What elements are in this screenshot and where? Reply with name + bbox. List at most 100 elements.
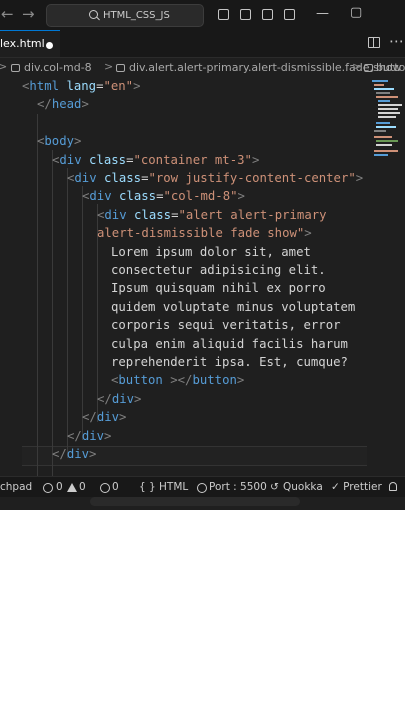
tab-label: lex.html [0, 37, 45, 50]
minimize-button[interactable]: — [316, 6, 329, 21]
code-token: div [96, 410, 120, 425]
forward-arrow-icon[interactable]: → [22, 5, 35, 23]
status-bar: chpad 0 0 0 { } HTML Port : 5500 ↺ Quokk… [0, 476, 405, 498]
code-token: > [304, 226, 312, 241]
breadcrumb-item-col-md-8[interactable]: div.col-md-8 [24, 61, 92, 74]
code-token: div [89, 189, 112, 204]
info-icon[interactable] [100, 483, 110, 493]
element-icon [11, 64, 20, 72]
bell-icon[interactable] [389, 482, 397, 491]
status-warnings-count[interactable]: 0 [79, 481, 86, 493]
code-token: button [118, 373, 163, 388]
status-prettier[interactable]: ✓ Prettier [331, 481, 382, 493]
code-token: </ [97, 391, 112, 406]
code-line[interactable]: <body> [37, 132, 81, 150]
code-token: quidem voluptate minus voluptatem [111, 299, 356, 314]
back-arrow-icon[interactable]: ← [1, 5, 14, 23]
toggle-panel-icon[interactable] [240, 9, 251, 20]
customize-layout-icon[interactable] [284, 9, 295, 20]
code-line[interactable]: </div> [67, 427, 111, 445]
port-icon [197, 483, 207, 493]
status-live-server-port[interactable]: Port : 5500 [209, 481, 267, 493]
code-token: </ [37, 97, 52, 112]
toggle-primary-sidebar-icon[interactable] [218, 9, 229, 20]
code-token: Lorem ipsum dolor sit, amet [111, 244, 311, 259]
code-line[interactable]: Lorem ipsum dolor sit, amet [111, 243, 311, 261]
code-token: > [81, 97, 89, 112]
code-line[interactable]: alert-dismissible fade show"> [97, 224, 312, 242]
code-line[interactable]: quidem voluptate minus voluptatem [111, 298, 355, 316]
code-line[interactable]: consectetur adipisicing elit. [111, 261, 326, 279]
code-token: class [134, 207, 172, 222]
breadcrumb-item-button[interactable]: butto [376, 61, 405, 74]
search-label: HTML_CSS_JS [103, 10, 170, 21]
minimap[interactable] [370, 78, 405, 168]
code-line[interactable]: <div class="alert alert-primary [97, 206, 327, 224]
code-token: div [59, 152, 82, 167]
code-line[interactable]: </div> [52, 445, 96, 463]
title-bar: ← → HTML_CSS_JS — ▢ [0, 0, 405, 30]
tab-index-html[interactable]: lex.html [0, 30, 60, 57]
code-line[interactable]: <button ></button> [111, 371, 244, 389]
status-remote-label[interactable]: chpad [0, 481, 32, 493]
code-token: reprehenderit ipsa. Est, cumque? [111, 355, 348, 369]
code-token: > [170, 373, 178, 388]
code-line[interactable]: <div class="col-md-8"> [82, 187, 245, 205]
code-token: > [355, 171, 364, 185]
code-line[interactable]: <html lang="en"> [22, 77, 141, 95]
code-token: > [133, 79, 141, 93]
code-token: "row justify-content-center" [148, 171, 356, 185]
code-line[interactable]: culpa enim aliquid facilis harum [111, 335, 348, 353]
taskbar-strip [0, 497, 405, 510]
status-quokka[interactable]: Quokka [283, 481, 323, 493]
code-line[interactable]: <div class="row justify-content-center"> [67, 169, 363, 187]
code-token: </ [82, 410, 97, 425]
error-icon[interactable] [43, 483, 53, 493]
warning-icon[interactable] [67, 483, 77, 492]
status-errors-count[interactable]: 0 [56, 481, 63, 493]
code-token: head [51, 97, 82, 112]
split-editor-icon[interactable] [368, 37, 380, 48]
code-token: </ [52, 447, 67, 461]
code-editor[interactable]: <html lang="en"> </head> <body> <div class=… [0, 78, 405, 476]
indent-guide [52, 150, 53, 476]
code-token: > [89, 447, 97, 461]
code-token: consectetur adipisicing elit. [111, 263, 326, 277]
code-line[interactable]: corporis sequi veritatis, error [111, 316, 341, 334]
code-line[interactable]: <div class="container mt-3"> [52, 151, 259, 169]
code-token: Ipsum quisquam nihil ex porro [111, 281, 326, 296]
code-token: </ [177, 373, 193, 388]
breadcrumb-separator: > [352, 60, 362, 73]
code-line[interactable]: reprehenderit ipsa. Est, cumque? [111, 353, 348, 371]
code-token: div [74, 171, 97, 185]
breadcrumb-separator: > [104, 60, 114, 73]
code-token: div [66, 447, 90, 461]
code-line[interactable]: </div> [97, 390, 141, 408]
status-info-count[interactable]: 0 [112, 481, 119, 493]
toggle-secondary-sidebar-icon[interactable] [262, 9, 273, 20]
code-line[interactable]: Ipsum quisquam nihil ex porro [111, 279, 326, 297]
code-token: button [192, 373, 237, 388]
code-token: corporis sequi veritatis, error [111, 318, 341, 333]
element-icon [364, 64, 373, 72]
unsaved-dot-icon[interactable] [46, 42, 53, 49]
indent-guide [82, 186, 83, 440]
code-token: > [251, 152, 260, 167]
code-token: > [119, 410, 127, 425]
status-language-mode[interactable]: { } HTML [139, 481, 188, 493]
blank-browser-area [0, 510, 405, 720]
indent-guide [37, 114, 38, 476]
maximize-button[interactable]: ▢ [350, 5, 362, 20]
code-token: culpa enim aliquid facilis harum [111, 336, 348, 351]
command-center-search[interactable]: HTML_CSS_JS [46, 4, 204, 27]
code-token: "col-md-8" [163, 189, 238, 204]
indent-guide [67, 168, 68, 458]
more-actions-icon[interactable]: ⋯ [389, 32, 404, 50]
code-line[interactable]: </div> [82, 408, 126, 426]
code-token: "en" [103, 79, 134, 93]
code-line[interactable]: </head> [37, 95, 89, 113]
code-token: > [134, 391, 142, 406]
code-token: </ [67, 428, 82, 443]
